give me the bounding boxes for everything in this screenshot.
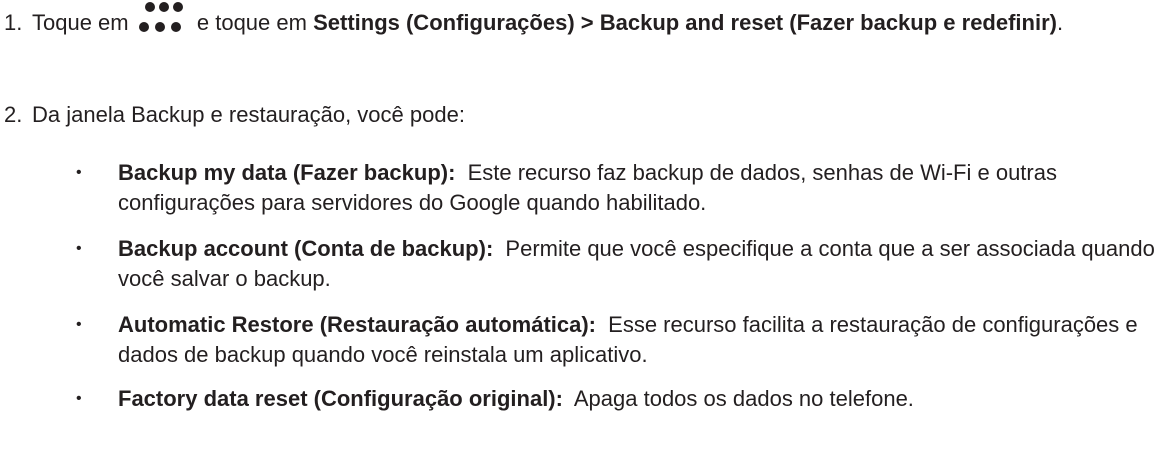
- step-text-middle: e toque em: [196, 10, 307, 35]
- three-dots-menu-icon: [135, 2, 191, 38]
- bullet-title: Automatic Restore (Restauração automátic…: [118, 312, 597, 337]
- instructions-document: 1. Toque em e toque em Settings (Configu…: [0, 0, 1159, 459]
- bullet-title: Factory data reset (Configuração origina…: [118, 386, 563, 411]
- step-text-lead: Toque em: [32, 10, 129, 35]
- step-text: Toque em e toque em Settings (Configuraç…: [32, 2, 1150, 38]
- bullet-text: Factory data reset (Configuração origina…: [118, 384, 1158, 414]
- step-number: 2.: [4, 102, 23, 127]
- step-text-end: .: [1056, 10, 1064, 35]
- bullet-text: Backup my data (Fazer backup): Este recu…: [118, 158, 1158, 218]
- bullet-title: Backup my data (Fazer backup):: [118, 160, 456, 185]
- bullet-mark: •: [76, 316, 82, 333]
- step-number: 1.: [4, 10, 23, 35]
- settings-path: Settings (Configurações) > Backup and re…: [313, 10, 1057, 35]
- bullet-text: Backup account (Conta de backup): Permit…: [118, 234, 1158, 294]
- bullet-mark: •: [76, 164, 82, 181]
- step-text: Da janela Backup e restauração, você pod…: [32, 102, 465, 127]
- bullet-mark: •: [76, 240, 82, 257]
- bullet-title: Backup account (Conta de backup):: [118, 236, 494, 261]
- bullet-text: Automatic Restore (Restauração automátic…: [118, 310, 1158, 370]
- bullet-description: Apaga todos os dados no telefone.: [573, 386, 914, 411]
- bullet-mark: •: [76, 390, 82, 407]
